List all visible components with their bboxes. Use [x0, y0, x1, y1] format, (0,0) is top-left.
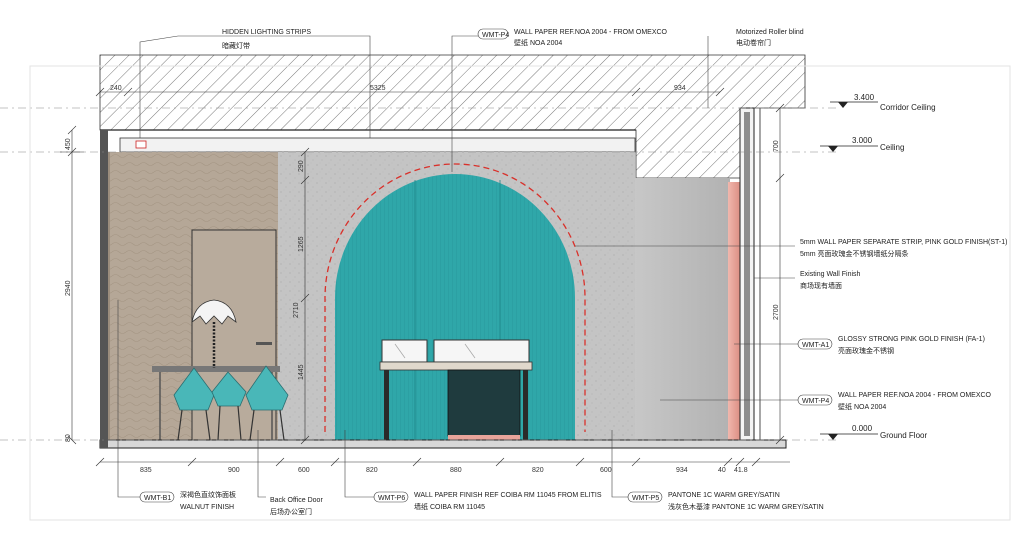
- pink-gold-column: [728, 182, 740, 440]
- walnut-label-cn: 深褐色直纹饰面板: [180, 490, 236, 499]
- tag-a1: WMT-A1: [802, 342, 829, 349]
- wallpaper-top-label: WALL PAPER REF.NOA 2004 - FROM OMEXCO: [514, 29, 668, 36]
- lighting-strip: [119, 137, 636, 153]
- back-door-label-cn: 后场办公室门: [270, 507, 312, 516]
- dim-right-top: 700: [773, 140, 780, 152]
- existing-wall-label: Existing Wall Finish: [800, 271, 861, 278]
- dim-inner-d: 1445: [298, 364, 305, 380]
- dim-top-right: 934: [674, 85, 686, 92]
- dim-inner-c: 2710: [293, 302, 300, 318]
- wallpaper-right-label: WALL PAPER REF.NOA 2004 - FROM OMEXCO: [838, 392, 992, 399]
- left-dimension-line: [60, 125, 84, 445]
- roller-blind-label: Motorized Roller blind: [736, 29, 804, 36]
- counter-plinth: [448, 435, 520, 440]
- bottom-dimension-line: [95, 457, 790, 467]
- floor-level-label: Ground Floor: [880, 431, 927, 440]
- strip-label-cn: 5mm 亮面玫瑰金不锈钢墙纸分隔条: [800, 249, 909, 258]
- hidden-lighting-label: HIDDEN LIGHTING STRIPS: [222, 29, 311, 36]
- strip-label: 5mm WALL PAPER SEPARATE STRIP, PINK GOLD…: [800, 239, 1007, 246]
- dim-bottom-5: 880: [450, 467, 462, 474]
- pantone-label-cn: 浅灰色木基漆 PANTONE 1C WARM GREY/SATIN: [668, 502, 824, 511]
- tag-p4-top: WMT-P4: [482, 32, 509, 39]
- display-case-left: [381, 339, 428, 363]
- tag-p6: WMT-P6: [378, 495, 405, 502]
- dim-bottom-1: 835: [140, 467, 152, 474]
- dim-bottom-9: 40: [718, 467, 726, 474]
- dim-left-bottom: 80: [65, 434, 72, 442]
- corridor-level-value: 3.400: [854, 93, 875, 102]
- dim-right-main: 2700: [773, 304, 780, 320]
- tag-p5: WMT-P5: [632, 495, 659, 502]
- wallpaper-right-label-cn: 壁纸 NOA 2004: [838, 402, 886, 411]
- wall-base-left: [100, 130, 108, 448]
- dim-bottom-8: 934: [676, 467, 688, 474]
- dim-bottom-10: 41.8: [734, 467, 748, 474]
- dim-left-overall: 2940: [65, 280, 72, 296]
- pink-gold-label: GLOSSY STRONG PINK GOLD FINISH (FA-1): [838, 336, 985, 343]
- level-marker-corridor: 3.400 Corridor Ceiling: [830, 93, 936, 112]
- pink-gold-label-cn: 亮面玫瑰金不锈钢: [838, 346, 894, 355]
- dim-left-top: 450: [65, 138, 72, 150]
- counter-leg-right: [523, 370, 528, 440]
- dim-bottom-3: 600: [298, 467, 310, 474]
- elevation-svg: 3.400 Corridor Ceiling 3.000 Ceiling 0.0…: [0, 28, 1011, 521]
- roller-blind-label-cn: 电动卷帘门: [736, 38, 771, 47]
- side-table: [152, 366, 280, 372]
- back-door-label: Back Office Door: [270, 497, 323, 504]
- ceiling-level-value: 3.000: [852, 136, 873, 145]
- display-case-right: [433, 339, 530, 363]
- lighting-fixture: [135, 140, 147, 149]
- wallpaper-top-label-cn: 壁纸 NOA 2004: [514, 38, 562, 47]
- coiba-label: WALL PAPER FINISH REF COIBA RM 11045 FRO…: [414, 492, 602, 499]
- counter-cabinet: [447, 369, 521, 437]
- right-dimension-line: [775, 103, 785, 445]
- pantone-label: PANTONE 1C WARM GREY/SATIN: [668, 492, 780, 499]
- level-marker-floor: 0.000 Ground Floor: [820, 424, 927, 440]
- dim-top-mid: 5325: [370, 85, 386, 92]
- elevation-drawing: 3.400 Corridor Ceiling 3.000 Ceiling 0.0…: [0, 0, 1024, 538]
- existing-wall-label-cn: 商场现有墙面: [800, 281, 842, 290]
- dim-inner-a: 290: [298, 160, 305, 172]
- door-handle: [256, 342, 272, 345]
- corridor-level-label: Corridor Ceiling: [880, 103, 936, 112]
- coiba-label-cn: 墙纸 COIBA RM 11045: [414, 502, 485, 511]
- dim-bottom-4: 820: [366, 467, 378, 474]
- existing-wall-inner: [744, 112, 750, 436]
- walnut-label: WALNUT FINISH: [180, 504, 234, 511]
- hidden-lighting-label-cn: 暗藏灯带: [222, 41, 250, 50]
- ceiling-level-label: Ceiling: [880, 143, 904, 152]
- dim-bottom-2: 900: [228, 467, 240, 474]
- counter-leg-left: [384, 370, 389, 440]
- dim-bottom-7: 600: [600, 467, 612, 474]
- grey-wall-right: [635, 178, 730, 440]
- floor-level-value: 0.000: [852, 424, 873, 433]
- display-counter-top: [379, 361, 533, 371]
- floor-slab: [99, 439, 787, 449]
- dim-bottom-6: 820: [532, 467, 544, 474]
- tag-p4-right: WMT-P4: [802, 398, 829, 405]
- level-marker-ceiling: 3.000 Ceiling: [820, 136, 904, 152]
- tag-b1: WMT-B1: [144, 495, 171, 502]
- dim-inner-b: 1265: [298, 236, 305, 252]
- dim-top-left: 240: [110, 85, 122, 92]
